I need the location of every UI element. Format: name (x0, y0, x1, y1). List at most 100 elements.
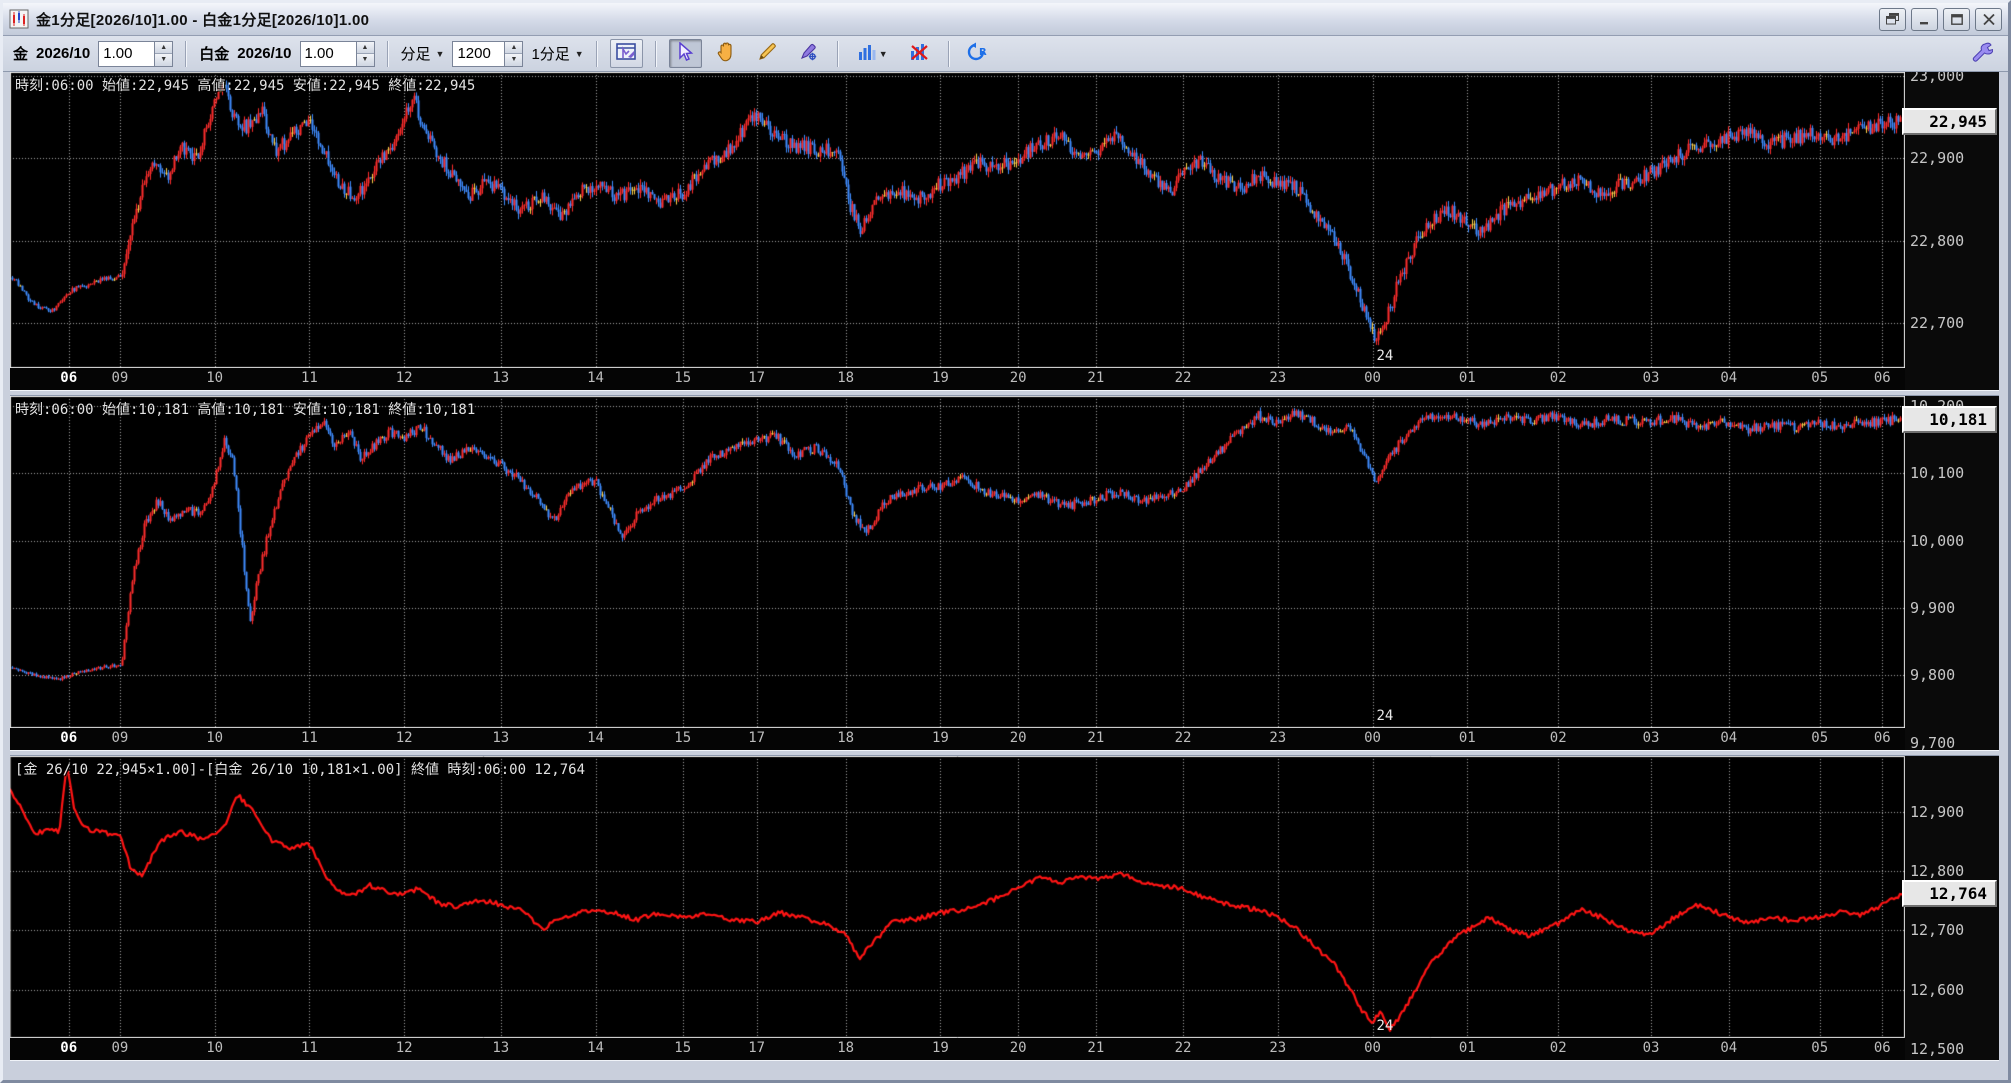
platinum-multiplier-spinner: ▲▼ (299, 40, 375, 67)
price-tick-label: 22,700 (1910, 313, 1965, 332)
price-tick-label: 12,700 (1910, 921, 1965, 940)
hand-icon (716, 41, 736, 66)
float-window-button[interactable] (1879, 7, 1906, 31)
toolbar-separator (185, 40, 188, 67)
time-tick-label: 15 (674, 1040, 692, 1056)
price-tick-label: 22,900 (1910, 149, 1965, 168)
minimize-button[interactable] (1911, 7, 1938, 31)
time-tick-label: 02 (1549, 1040, 1567, 1056)
time-tick-label: 00 (1364, 730, 1381, 746)
time-tick-label: 09 (111, 730, 129, 746)
time-tick-label: 22 (1174, 730, 1192, 746)
price-tick-label: 12,800 (1910, 862, 1965, 881)
time-tick-label: 22 (1174, 370, 1192, 386)
time-tick-label: 18 (837, 370, 855, 386)
platinum-multiplier-down-button[interactable]: ▼ (356, 54, 374, 66)
gold-candlestick-chart[interactable] (10, 72, 1905, 368)
bar-count-input[interactable] (452, 40, 505, 67)
time-tick-label: 01 (1458, 370, 1476, 386)
title-bar: 金1分足[2026/10]1.00 - 白金1分足[2026/10]1.00 (3, 3, 2008, 36)
time-tick-label: 19 (932, 730, 949, 746)
time-tick-label: 01 (1458, 730, 1476, 746)
bar-chart-icon (858, 43, 876, 65)
price-tick-label: 9,700 (1910, 733, 1956, 750)
select-tool-button[interactable] (668, 39, 702, 68)
gold-multiplier-up-button[interactable]: ▲ (155, 41, 173, 54)
current-price-box: 12,764 (1902, 879, 1997, 907)
chart-settings-button[interactable] (609, 39, 643, 68)
toolbar-separator (836, 40, 839, 67)
gold-multiplier-spinner: ▲▼ (98, 40, 174, 67)
time-tick-label: 05 (1811, 1040, 1829, 1056)
time-tick-label: 05 (1811, 370, 1829, 386)
marker-tool-button[interactable] (792, 39, 825, 68)
draw-tool-button[interactable] (751, 39, 784, 68)
time-tick-label: 06 (1873, 730, 1891, 746)
spread-time-axis: 06 09 10 11 12 13 14 15 17 18 19 20 21 22 23 00 01 02 03 04… (10, 1038, 1905, 1060)
platinum-contract-label: 2026/10 (237, 45, 292, 62)
time-tick-label: 17 (748, 730, 766, 746)
refresh-button[interactable]: R (962, 39, 995, 68)
gold-time-axis: 06 09 10 11 12 13 14 15 17 18 19 20 21 22 23 00 01 02 03 04… (10, 368, 1905, 390)
gold-multiplier-down-button[interactable]: ▼ (155, 54, 173, 66)
time-tick-label: 06 (60, 1040, 78, 1056)
time-tick-label: 06 (60, 370, 78, 386)
platinum-multiplier-input[interactable] (299, 40, 356, 67)
pan-tool-button[interactable] (710, 39, 743, 68)
settings-wrench-button[interactable] (1965, 39, 1998, 68)
app-icon (9, 9, 29, 29)
time-tick-label: 18 (837, 1040, 855, 1056)
gold-multiplier-input[interactable] (98, 40, 155, 67)
time-tick-label: 21 (1087, 730, 1105, 746)
time-tick-label: 04 (1720, 370, 1738, 386)
window-controls (1879, 7, 2002, 31)
time-tick-label: 01 (1458, 1040, 1476, 1056)
day-change-marker: 24 (1376, 1018, 1394, 1034)
time-tick-label: 10 (206, 730, 224, 746)
platinum-candlestick-chart[interactable] (10, 396, 1905, 728)
chart-settings-icon (616, 42, 637, 66)
interval-dropdown[interactable]: 1分足 ▼ (531, 43, 583, 64)
platinum-price-axis: 10,20010,10010,0009,9009,8009,70010,181 (1902, 396, 1999, 750)
spread-readout: [金 26/10 22,945×1.00]-[白金 26/10 10,181×1… (15, 762, 586, 778)
time-tick-label: 17 (748, 1040, 766, 1056)
indicator-remove-button[interactable] (903, 39, 936, 68)
maximize-button[interactable] (1943, 7, 1970, 31)
spread-line-chart[interactable] (10, 756, 1905, 1038)
time-tick-label: 11 (300, 730, 318, 746)
price-tick-label: 22,800 (1910, 231, 1965, 250)
time-tick-label: 13 (492, 1040, 510, 1056)
time-tick-label: 05 (1811, 730, 1829, 746)
price-tick-label: 10,100 (1910, 464, 1965, 483)
toolbar-separator (947, 40, 950, 67)
price-tick-label: 9,800 (1910, 666, 1956, 685)
time-tick-label: 03 (1642, 730, 1660, 746)
time-tick-label: 20 (1009, 370, 1027, 386)
time-tick-label: 02 (1549, 370, 1567, 386)
platinum-multiplier-up-button[interactable]: ▲ (356, 41, 374, 54)
time-tick-label: 17 (748, 370, 766, 386)
cursor-arrow-icon (676, 40, 694, 66)
bar-count-up-button[interactable]: ▲ (505, 41, 523, 54)
platinum-symbol-label: 白金 (199, 46, 230, 63)
platinum-ohlc-readout: 時刻:06:00 始値:10,181 高値:10,181 安値:10,181 終… (15, 402, 476, 418)
chevron-down-icon: ▼ (574, 48, 584, 59)
gold-contract-label: 2026/10 (36, 45, 91, 62)
time-tick-label: 15 (674, 370, 692, 386)
indicator-menu-button[interactable]: ▼ (851, 39, 895, 68)
window-title: 金1分足[2026/10]1.00 - 白金1分足[2026/10]1.00 (36, 11, 370, 29)
close-button[interactable] (1975, 7, 2002, 31)
spread-chart-panel: [金 26/10 22,945×1.00]-[白金 26/10 10,181×1… (10, 756, 1999, 1060)
time-tick-label: 12 (395, 370, 413, 386)
time-tick-label: 00 (1364, 1040, 1381, 1056)
time-tick-label: 04 (1720, 1040, 1738, 1056)
bar-count-down-button[interactable]: ▼ (505, 54, 523, 66)
toolbar-separator (386, 40, 389, 67)
chevron-down-icon: ▼ (878, 48, 888, 59)
time-tick-label: 13 (492, 730, 510, 746)
time-tick-label: 23 (1269, 1040, 1287, 1056)
bar-chart-remove-icon (909, 43, 929, 65)
time-tick-label: 14 (587, 1040, 604, 1056)
toolbar-separator (654, 40, 657, 67)
bar-type-dropdown[interactable]: 分足 ▼ (401, 43, 445, 64)
